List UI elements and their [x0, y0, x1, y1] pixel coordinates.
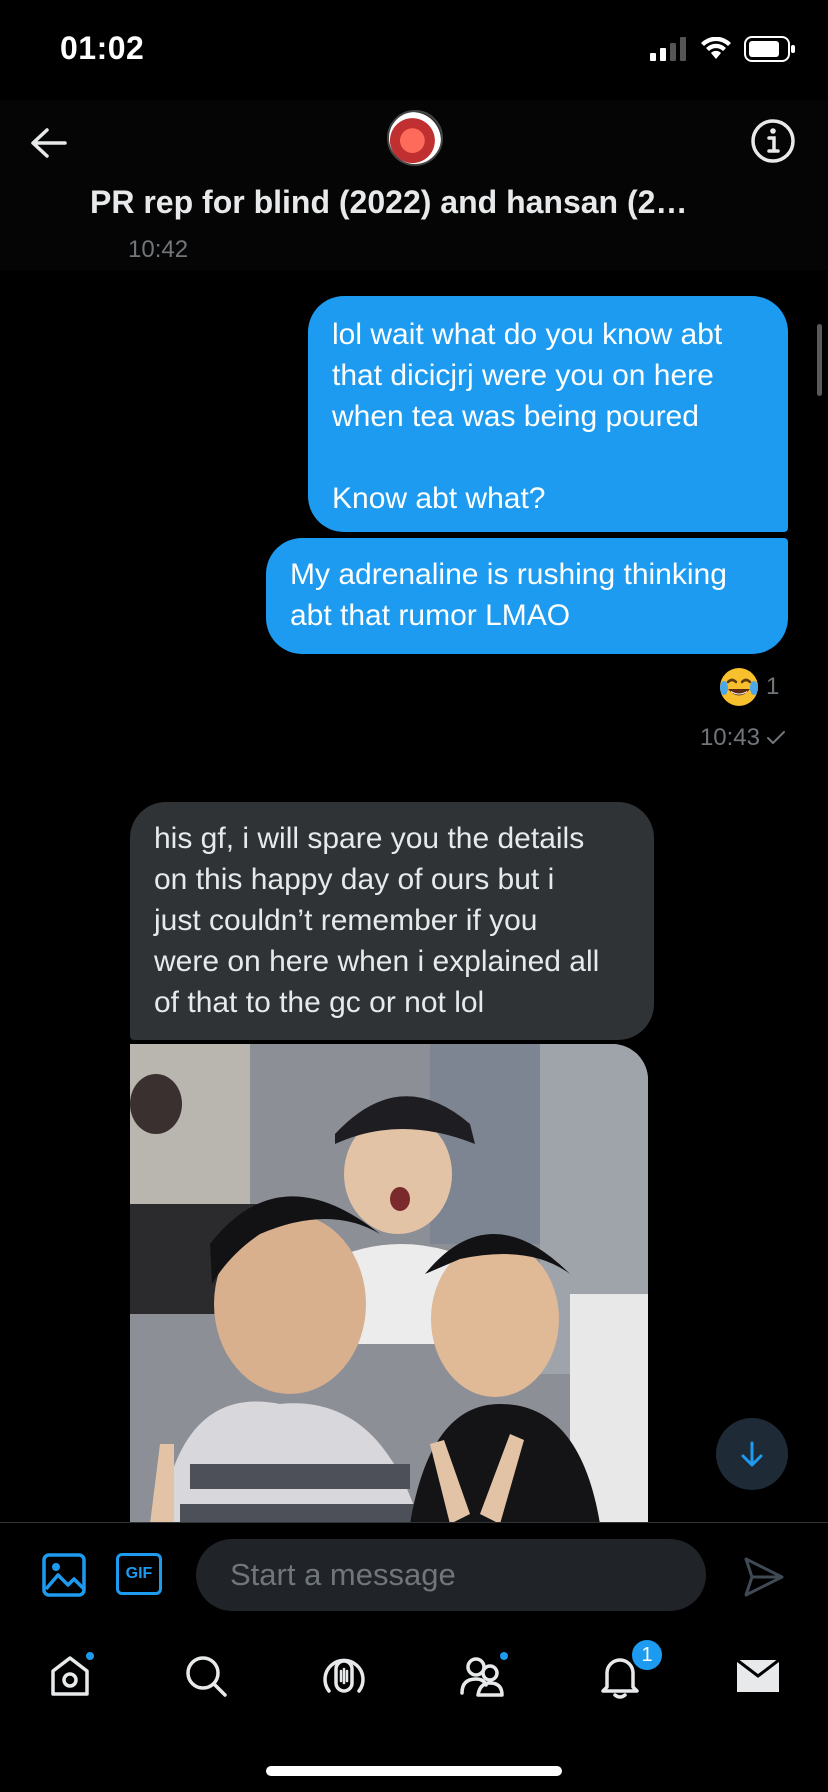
- message-reaction[interactable]: 1: [718, 666, 779, 708]
- nav-messages[interactable]: [730, 1648, 786, 1704]
- outgoing-message[interactable]: lol wait what do you know abt that dicic…: [308, 296, 788, 532]
- nav-notifications[interactable]: 1: [592, 1638, 664, 1704]
- back-button[interactable]: [26, 120, 72, 166]
- header-timestamp: 10:42: [128, 236, 189, 263]
- photo-image: [130, 1044, 648, 1524]
- message-photo[interactable]: [130, 1044, 648, 1524]
- bottom-navigation: 1: [0, 1626, 828, 1792]
- message-timestamp: 10:43: [700, 724, 786, 752]
- search-icon: [186, 1656, 227, 1697]
- message-line: Know abt what?: [332, 482, 546, 515]
- send-button[interactable]: [742, 1555, 786, 1599]
- message-line: his gf, i will spare you the details: [154, 822, 585, 855]
- conversation-title[interactable]: PR rep for blind (2022) and hansan (2…: [90, 184, 740, 221]
- home-notification-dot: [84, 1650, 96, 1662]
- info-button[interactable]: [748, 116, 798, 166]
- spaces-microphone-icon: [323, 1658, 365, 1693]
- conversation-avatar[interactable]: [387, 110, 443, 166]
- nav-home[interactable]: [42, 1648, 98, 1704]
- scroll-to-bottom-button[interactable]: [716, 1418, 788, 1490]
- message-line: lol wait what do you know abt: [332, 318, 723, 351]
- reaction-count: 1: [766, 673, 780, 700]
- nav-spaces[interactable]: [316, 1648, 372, 1704]
- conversation-header: PR rep for blind (2022) and hansan (2… 1…: [0, 100, 828, 270]
- cellular-signal-icon: [650, 37, 686, 61]
- status-icons: [650, 36, 796, 62]
- message-line: when tea was being poured: [332, 400, 699, 433]
- send-icon: [744, 1557, 784, 1597]
- message-composer: GIF: [0, 1522, 828, 1626]
- image-icon: [42, 1553, 86, 1597]
- communities-notification-dot: [498, 1650, 510, 1662]
- status-bar: 01:02: [0, 0, 828, 100]
- message-line: that dicicjrj were you on here: [332, 359, 714, 392]
- gif-button[interactable]: GIF: [116, 1553, 162, 1595]
- arrow-left-icon: [31, 128, 67, 158]
- message-line: on this happy day of ours but i: [154, 863, 555, 896]
- scrollbar[interactable]: [817, 324, 822, 396]
- home-indicator[interactable]: [266, 1766, 562, 1776]
- tears-of-joy-emoji-icon: [720, 668, 758, 706]
- arrow-down-icon: [741, 1441, 763, 1467]
- info-icon: [751, 119, 795, 163]
- incoming-message[interactable]: his gf, i will spare you the details on …: [130, 802, 654, 1040]
- message-line: were on here when i explained all: [154, 945, 600, 978]
- envelope-icon: [736, 1658, 780, 1692]
- notifications-badge: 1: [630, 1638, 664, 1672]
- nav-communities[interactable]: [454, 1648, 510, 1704]
- wifi-icon: [701, 37, 731, 59]
- message-line: abt that rumor LMAO: [290, 599, 571, 632]
- message-time: 10:43: [699, 724, 760, 751]
- sent-check-icon: [767, 731, 785, 744]
- message-input[interactable]: [196, 1539, 706, 1611]
- media-button[interactable]: [42, 1553, 86, 1597]
- message-line: My adrenaline is rushing thinking: [290, 558, 727, 591]
- status-time: 01:02: [60, 30, 145, 66]
- nav-search[interactable]: [178, 1648, 234, 1704]
- outgoing-message[interactable]: My adrenaline is rushing thinking abt th…: [266, 538, 788, 654]
- message-line: just couldn’t remember if you: [154, 904, 538, 937]
- message-line: of that to the gc or not lol: [154, 986, 485, 1019]
- message-gap: [332, 437, 768, 478]
- battery-icon: [744, 36, 795, 62]
